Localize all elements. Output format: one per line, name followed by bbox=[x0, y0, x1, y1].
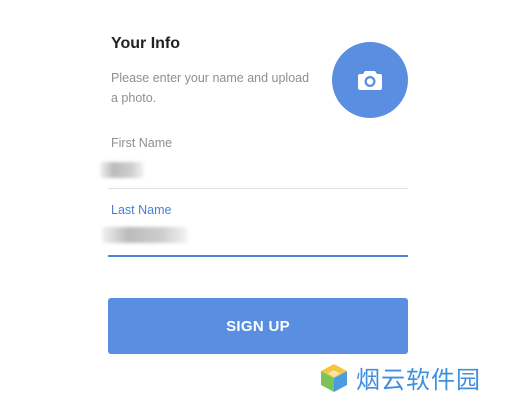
upload-photo-button[interactable] bbox=[332, 42, 408, 118]
watermark-text: 烟云软件园 bbox=[356, 366, 481, 394]
first-name-input[interactable] bbox=[111, 157, 408, 179]
sign-up-button[interactable]: SIGN UP bbox=[108, 298, 408, 354]
cube-logo-icon bbox=[321, 363, 347, 392]
first-name-field: First Name bbox=[100, 135, 408, 189]
form-subtitle: Please enter your name and upload a phot… bbox=[111, 71, 310, 105]
first-name-label: First Name bbox=[111, 136, 173, 150]
last-name-label: Last Name bbox=[111, 203, 172, 217]
last-name-field: Last Name bbox=[102, 202, 408, 257]
last-name-input[interactable] bbox=[111, 224, 408, 246]
watermark: 烟云软件园 bbox=[316, 354, 510, 401]
camera-icon bbox=[358, 71, 382, 90]
form-title: Your Info bbox=[111, 35, 181, 52]
